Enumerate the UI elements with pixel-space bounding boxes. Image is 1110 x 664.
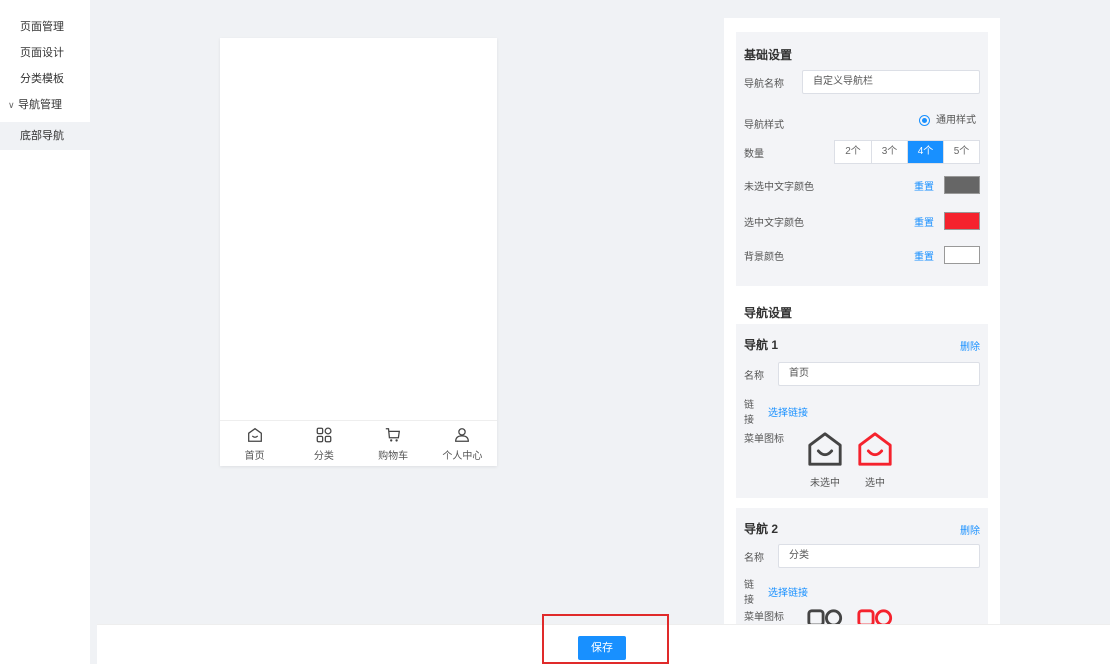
- count-option-5[interactable]: 5个: [943, 141, 979, 163]
- preview-tab-cart[interactable]: 购物车: [359, 421, 428, 466]
- nav-item-icons: [806, 608, 894, 624]
- unselected-color-swatch[interactable]: [944, 176, 980, 194]
- nav-item-icon-row: 菜单图标 未选中 选中: [744, 430, 980, 489]
- nav-style-label: 导航样式: [744, 120, 784, 131]
- grid-icon: [316, 426, 332, 442]
- sidebar-item-category-template[interactable]: 分类模板: [0, 66, 90, 92]
- home-icon: [808, 432, 842, 466]
- preview-tab-category[interactable]: 分类: [289, 421, 358, 466]
- count-segmented: 2个 3个 4个 5个: [834, 140, 980, 164]
- preview-tab-home[interactable]: 首页: [220, 421, 289, 466]
- preview-tabbar: 首页 分类 购物车 个人中心: [220, 420, 497, 466]
- sidebar-item-page-management[interactable]: 页面管理: [0, 14, 90, 40]
- bg-color-swatch[interactable]: [944, 246, 980, 264]
- nav-item-icon-label: 菜单图标: [744, 612, 784, 623]
- sidebar-group-nav-management[interactable]: ∨ 导航管理: [0, 92, 90, 118]
- bg-color-row: 背景颜色 重置: [744, 246, 980, 264]
- count-row: 数量 2个 3个 4个 5个: [744, 140, 980, 164]
- preview-tab-profile[interactable]: 个人中心: [428, 421, 497, 466]
- select-link-button[interactable]: 选择链接: [768, 584, 808, 599]
- basic-settings-card: 基础设置 导航名称 自定义导航栏 导航样式 通用样式 数量 2个 3个 4个 5…: [736, 32, 988, 286]
- preview-tab-label: 购物车: [378, 450, 409, 462]
- sidebar: 页面管理 页面设计 分类模板 ∨ 导航管理 底部导航: [0, 0, 90, 664]
- reset-selected-color-link[interactable]: 重置: [914, 214, 934, 229]
- nav-item-icons: 未选中 选中: [806, 430, 894, 489]
- nav-item-card: 导航 2 删除 名称 分类 链接 选择链接 菜单图标: [736, 508, 988, 624]
- nav-item-name-label: 名称: [744, 370, 764, 382]
- phone-preview: 首页 分类 购物车 个人中心: [220, 38, 497, 466]
- nav-item-name-row: 名称 分类: [744, 544, 980, 568]
- count-option-4[interactable]: 4个: [907, 141, 943, 163]
- count-option-2[interactable]: 2个: [835, 141, 871, 163]
- sidebar-group-label: 导航管理: [18, 99, 62, 111]
- count-option-3[interactable]: 3个: [871, 141, 907, 163]
- preview-tab-label: 首页: [244, 450, 265, 462]
- nav-name-row: 导航名称 自定义导航栏: [744, 70, 980, 94]
- bg-color-label: 背景颜色: [744, 251, 784, 263]
- save-button[interactable]: 保存: [578, 636, 626, 660]
- selected-color-row: 选中文字颜色 重置: [744, 212, 980, 230]
- chevron-down-icon: ∨: [8, 100, 15, 110]
- nav-item-name-row: 名称 首页: [744, 362, 980, 386]
- settings-panel: 基础设置 导航名称 自定义导航栏 导航样式 通用样式 数量 2个 3个 4个 5…: [724, 18, 1000, 624]
- preview-tab-label: 分类: [313, 450, 334, 462]
- selected-color-label: 选中文字颜色: [744, 217, 804, 229]
- reset-bg-color-link[interactable]: 重置: [914, 248, 934, 263]
- nav-item-card: 导航 1 删除 名称 首页 链接 选择链接 菜单图标 未选中 选中: [736, 324, 988, 498]
- sidebar-item-page-design[interactable]: 页面设计: [0, 40, 90, 66]
- unselected-icon-picker[interactable]: 未选中: [806, 430, 844, 489]
- nav-item-name-input[interactable]: 分类: [778, 544, 980, 568]
- selected-color-swatch[interactable]: [944, 212, 980, 230]
- home-icon: [858, 432, 892, 466]
- radio-checked-icon: [919, 114, 930, 126]
- nav-item-link-row: 链接 选择链接: [744, 396, 980, 426]
- unselected-color-label: 未选中文字颜色: [744, 181, 814, 193]
- nav-style-radio[interactable]: 通用样式: [919, 111, 976, 126]
- basic-settings-title: 基础设置: [744, 48, 793, 62]
- delete-nav-item-link[interactable]: 删除: [960, 522, 980, 537]
- nav-settings-title: 导航设置: [744, 306, 793, 320]
- nav-item-title: 导航 2: [744, 522, 779, 536]
- delete-nav-item-link[interactable]: 删除: [960, 338, 980, 353]
- sidebar-item-bottom-nav[interactable]: 底部导航: [0, 122, 90, 150]
- nav-item-link-label: 链接: [744, 400, 754, 426]
- cart-icon: [385, 427, 401, 442]
- nav-item-icon-label: 菜单图标: [744, 434, 784, 445]
- grid-icon[interactable]: [806, 608, 844, 624]
- reset-unselected-color-link[interactable]: 重置: [914, 178, 934, 193]
- nav-style-option: 通用样式: [936, 115, 976, 126]
- nav-item-icon-row: 菜单图标: [744, 608, 980, 624]
- selected-icon-caption: 选中: [865, 478, 885, 489]
- nav-item-name-label: 名称: [744, 552, 764, 564]
- nav-style-row: 导航样式 通用样式: [744, 106, 980, 131]
- select-link-button[interactable]: 选择链接: [768, 404, 808, 419]
- nav-name-label: 导航名称: [744, 78, 784, 90]
- selected-icon-picker[interactable]: 选中: [856, 430, 894, 489]
- unselected-color-row: 未选中文字颜色 重置: [744, 176, 980, 194]
- nav-item-link-row: 链接 选择链接: [744, 576, 980, 606]
- count-label: 数量: [744, 148, 764, 160]
- unselected-icon-caption: 未选中: [810, 478, 840, 489]
- nav-item-title: 导航 1: [744, 338, 779, 352]
- nav-name-input[interactable]: 自定义导航栏: [802, 70, 980, 94]
- user-icon: [455, 427, 470, 442]
- nav-item-link-label: 链接: [744, 580, 754, 606]
- home-icon: [247, 427, 262, 442]
- preview-tab-label: 个人中心: [442, 450, 483, 462]
- grid-icon[interactable]: [856, 608, 894, 624]
- nav-item-name-input[interactable]: 首页: [778, 362, 980, 386]
